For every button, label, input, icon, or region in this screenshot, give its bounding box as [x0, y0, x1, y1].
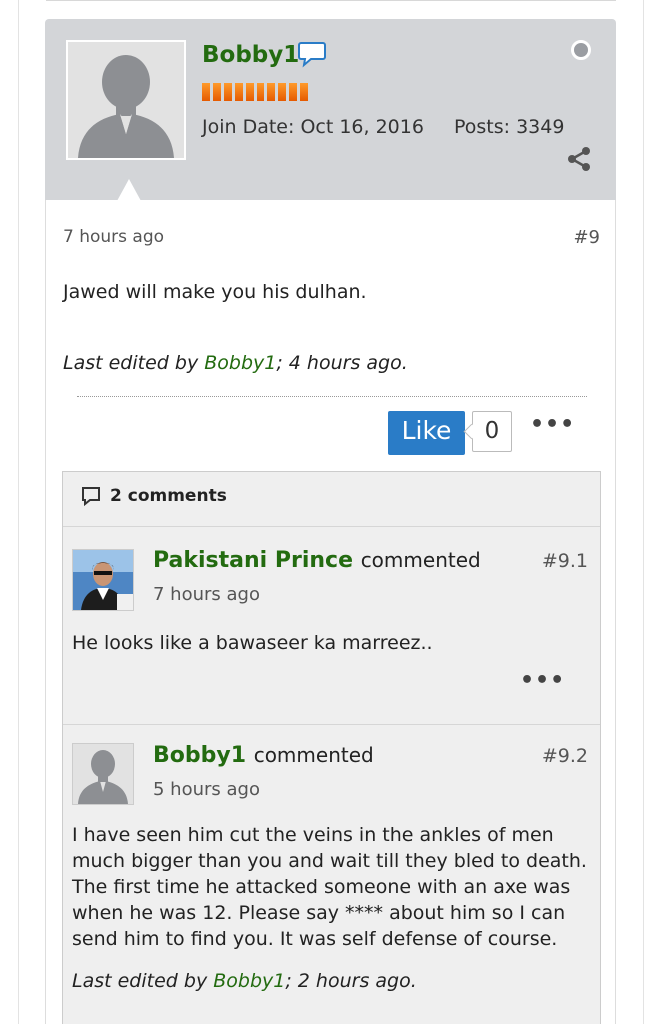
avatar-placeholder-icon [68, 42, 184, 158]
post-content: Jawed will make you his dulhan. [63, 281, 367, 303]
comment-icon [82, 487, 100, 507]
post-more-button[interactable]: ••• [530, 412, 575, 437]
share-icon[interactable] [565, 145, 593, 173]
comment-verb: commented [360, 548, 481, 572]
commenter-avatar[interactable] [72, 549, 134, 611]
commenter-name: Pakistani Prince commented [153, 548, 481, 573]
avatar-pointer [117, 179, 141, 201]
comment-edited-note: Last edited by Bobby1; 2 hours ago. [72, 970, 417, 992]
user-avatar[interactable] [66, 40, 186, 160]
comments-count: 2 comments [110, 486, 227, 506]
edited-by-user[interactable]: Bobby1 [213, 970, 285, 992]
page-border-left [18, 0, 19, 1024]
edited-prefix: Last edited by [72, 970, 214, 992]
comment-item: Bobby1 commented #9.2 5 hours ago I have… [63, 725, 600, 1025]
post-author-name[interactable]: Bobby1 [202, 42, 299, 68]
comment-number[interactable]: #9.2 [542, 745, 588, 767]
edited-suffix: ; 2 hours ago. [285, 970, 417, 992]
post-header: Bobby1 Join Date: Oct 16, 2016 Posts: 33… [45, 19, 616, 201]
comment-text: He looks like a bawaseer ka marreez.. [72, 632, 433, 654]
comment-text: I have seen him cut the veins in the ank… [72, 824, 587, 950]
post-time: 7 hours ago [63, 227, 165, 247]
like-button[interactable]: Like [388, 411, 465, 455]
post-body: 7 hours ago #9 Jawed will make you his d… [45, 200, 616, 1024]
like-count: 0 [472, 411, 512, 452]
edited-by-user[interactable]: Bobby1 [204, 352, 276, 374]
status-offline-icon [571, 40, 591, 60]
post-count: Posts: 3349 [454, 116, 565, 138]
comments-section: 2 comments Pakistani Prince commented #9… [62, 471, 601, 1024]
post-edited-note: Last edited by Bobby1; 4 hours ago. [63, 352, 408, 374]
reputation-bar [202, 83, 309, 101]
commenter-photo [73, 550, 133, 610]
comment-item: Pakistani Prince commented #9.1 7 hours … [63, 528, 600, 724]
comment-more-button[interactable]: ••• [520, 668, 565, 693]
comment-time: 7 hours ago [153, 584, 260, 605]
commenter-name: Bobby1 commented [153, 743, 374, 768]
comment-number[interactable]: #9.1 [542, 550, 588, 572]
comment-time: 5 hours ago [153, 779, 260, 800]
page-border-right [643, 0, 644, 1024]
forum-post: Bobby1 Join Date: Oct 16, 2016 Posts: 33… [45, 19, 616, 1024]
edited-suffix: ; 4 hours ago. [276, 352, 408, 374]
commenter-avatar[interactable] [72, 743, 134, 805]
join-date: Join Date: Oct 16, 2016 [202, 116, 424, 138]
commenter-name-link[interactable]: Bobby1 [153, 743, 246, 768]
edited-prefix: Last edited by [63, 352, 205, 374]
post-number[interactable]: #9 [573, 227, 600, 248]
commenter-name-link[interactable]: Pakistani Prince [153, 548, 353, 573]
comments-header[interactable]: 2 comments [63, 472, 600, 527]
dotted-divider [77, 396, 587, 397]
chat-bubble-icon[interactable] [297, 40, 327, 68]
comment-verb: commented [253, 743, 374, 767]
avatar-placeholder-icon [73, 744, 133, 804]
top-rule [46, 0, 616, 1]
